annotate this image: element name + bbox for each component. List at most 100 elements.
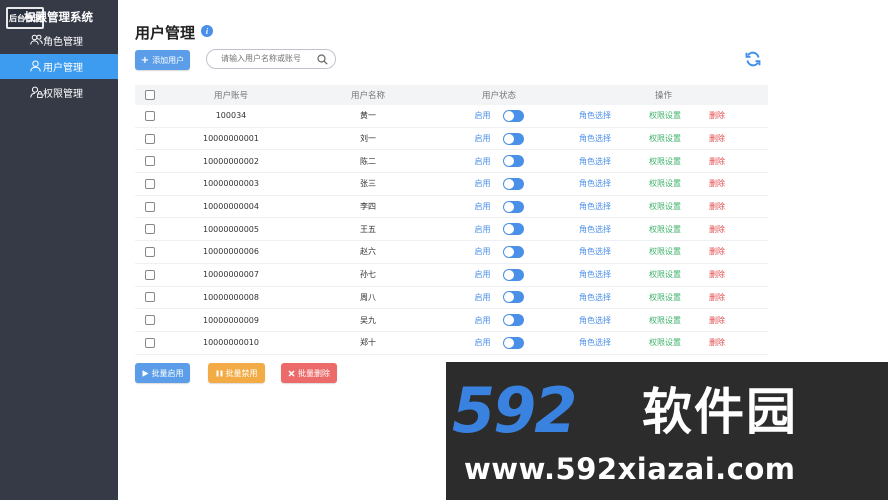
status-toggle[interactable] — [502, 200, 524, 213]
add-user-button[interactable]: + 添加用户 — [135, 50, 190, 70]
row-checkbox[interactable] — [145, 246, 155, 257]
permission-setting-link[interactable]: 权限设置 — [649, 246, 709, 257]
cell-ops: 角色选择 权限设置 删除 — [559, 269, 768, 280]
sidebar-item-permissions[interactable]: 权限管理 — [0, 80, 118, 105]
permission-setting-link[interactable]: 权限设置 — [649, 224, 709, 235]
row-checkbox[interactable] — [145, 269, 155, 280]
role-select-link[interactable]: 角色选择 — [579, 337, 649, 348]
bulk-disable-button[interactable]: 批量禁用 — [208, 363, 265, 383]
status-toggle[interactable] — [502, 314, 524, 327]
role-select-link[interactable]: 角色选择 — [579, 224, 649, 235]
role-select-link[interactable]: 角色选择 — [579, 156, 649, 167]
watermark: 592 软件园 www.592xiazai.com — [446, 362, 888, 500]
cell-name: 刘一 — [360, 134, 376, 144]
row-checkbox[interactable] — [145, 110, 155, 121]
permission-setting-link[interactable]: 权限设置 — [649, 156, 709, 167]
row-checkbox[interactable] — [145, 178, 155, 189]
status-toggle[interactable] — [502, 223, 524, 236]
row-checkbox[interactable] — [145, 224, 155, 235]
search-input[interactable] — [221, 54, 316, 63]
status-toggle[interactable] — [502, 245, 524, 258]
table-row: 10000000003 张三 启用 角色选择 权限设置 删除 — [135, 173, 768, 196]
cell-account: 10000000007 — [203, 270, 259, 280]
table-row: 10000000002 陈二 启用 角色选择 权限设置 删除 — [135, 150, 768, 174]
search-icon[interactable] — [317, 54, 328, 65]
sidebar-item-label: 角色管理 — [43, 37, 83, 48]
permission-setting-link[interactable]: 权限设置 — [649, 133, 709, 144]
role-select-link[interactable]: 角色选择 — [579, 315, 649, 326]
sidebar-item-roles[interactable]: 角色管理 — [0, 28, 118, 53]
cell-status: 启用 — [439, 132, 559, 145]
sidebar: 后台管理 权限管理系统 角色管理 用户管理 权限管理 — [0, 0, 118, 500]
status-toggle[interactable] — [502, 155, 524, 168]
delete-link[interactable]: 删除 — [709, 315, 725, 326]
delete-link[interactable]: 删除 — [709, 337, 725, 348]
bulk-enable-button[interactable]: 批量启用 — [135, 363, 190, 383]
delete-link[interactable]: 删除 — [709, 269, 725, 280]
row-checkbox[interactable] — [145, 292, 155, 303]
permission-setting-link[interactable]: 权限设置 — [649, 292, 709, 303]
delete-link[interactable]: 删除 — [709, 224, 725, 235]
permission-setting-link[interactable]: 权限设置 — [649, 315, 709, 326]
refresh-icon[interactable] — [745, 51, 761, 67]
role-select-link[interactable]: 角色选择 — [579, 178, 649, 189]
permission-setting-link[interactable]: 权限设置 — [649, 110, 709, 121]
status-label: 启用 — [474, 292, 491, 302]
row-checkbox[interactable] — [145, 133, 155, 144]
status-label: 启用 — [474, 338, 491, 348]
column-header-account: 用户账号 — [213, 91, 248, 101]
cell-ops: 角色选择 权限设置 删除 — [559, 337, 768, 348]
cell-status: 启用 — [439, 291, 559, 304]
role-select-link[interactable]: 角色选择 — [579, 201, 649, 212]
watermark-title: 软件园 — [642, 383, 798, 441]
row-checkbox[interactable] — [145, 337, 155, 348]
cell-name: 李四 — [360, 202, 376, 212]
cell-ops: 角色选择 权限设置 删除 — [559, 246, 768, 257]
cell-ops: 角色选择 权限设置 删除 — [559, 133, 768, 144]
watermark-logo: 592 — [452, 374, 577, 447]
delete-link[interactable]: 删除 — [709, 110, 725, 121]
row-checkbox[interactable] — [145, 156, 155, 167]
permission-setting-link[interactable]: 权限设置 — [649, 337, 709, 348]
status-toggle[interactable] — [502, 291, 524, 304]
column-header-ops: 操作 — [654, 91, 672, 101]
bulk-enable-label: 批量启用 — [151, 368, 184, 378]
add-user-label: 添加用户 — [152, 55, 185, 65]
permission-setting-link[interactable]: 权限设置 — [649, 201, 709, 212]
delete-link[interactable]: 删除 — [709, 178, 725, 189]
delete-link[interactable]: 删除 — [709, 201, 725, 212]
bulk-disable-label: 批量禁用 — [225, 368, 258, 378]
status-toggle[interactable] — [502, 109, 524, 122]
status-toggle[interactable] — [502, 177, 524, 190]
cell-account: 10000000009 — [203, 315, 259, 325]
delete-link[interactable]: 删除 — [709, 292, 725, 303]
row-checkbox[interactable] — [145, 315, 155, 326]
cell-account: 10000000003 — [203, 179, 259, 189]
info-icon[interactable]: i — [201, 25, 213, 37]
table-row: 10000000009 吴九 启用 角色选择 权限设置 删除 — [135, 309, 768, 332]
role-select-link[interactable]: 角色选择 — [579, 110, 649, 121]
cell-ops: 角色选择 权限设置 删除 — [559, 292, 768, 303]
delete-link[interactable]: 删除 — [709, 133, 725, 144]
select-all-checkbox[interactable] — [145, 90, 155, 100]
status-toggle[interactable] — [502, 268, 524, 281]
cell-name: 郑十 — [360, 338, 376, 348]
status-label: 启用 — [474, 134, 491, 144]
cell-status: 启用 — [439, 336, 559, 349]
role-select-link[interactable]: 角色选择 — [579, 246, 649, 257]
role-select-link[interactable]: 角色选择 — [579, 133, 649, 144]
role-select-link[interactable]: 角色选择 — [579, 269, 649, 280]
permission-setting-link[interactable]: 权限设置 — [649, 269, 709, 280]
delete-link[interactable]: 删除 — [709, 156, 725, 167]
status-toggle[interactable] — [502, 336, 524, 349]
permission-setting-link[interactable]: 权限设置 — [649, 178, 709, 189]
status-label: 启用 — [474, 247, 491, 257]
bulk-delete-label: 批量删除 — [298, 368, 330, 378]
row-checkbox[interactable] — [145, 201, 155, 212]
sidebar-item-users[interactable]: 用户管理 — [0, 54, 118, 79]
user-table: 用户账号 用户名称 用户状态 操作 100034 黄一 启用 角色选择 权限设置 删除 10… — [135, 85, 768, 355]
status-toggle[interactable] — [502, 132, 524, 145]
delete-link[interactable]: 删除 — [709, 246, 725, 257]
role-select-link[interactable]: 角色选择 — [579, 292, 649, 303]
bulk-delete-button[interactable]: 批量删除 — [281, 363, 337, 383]
